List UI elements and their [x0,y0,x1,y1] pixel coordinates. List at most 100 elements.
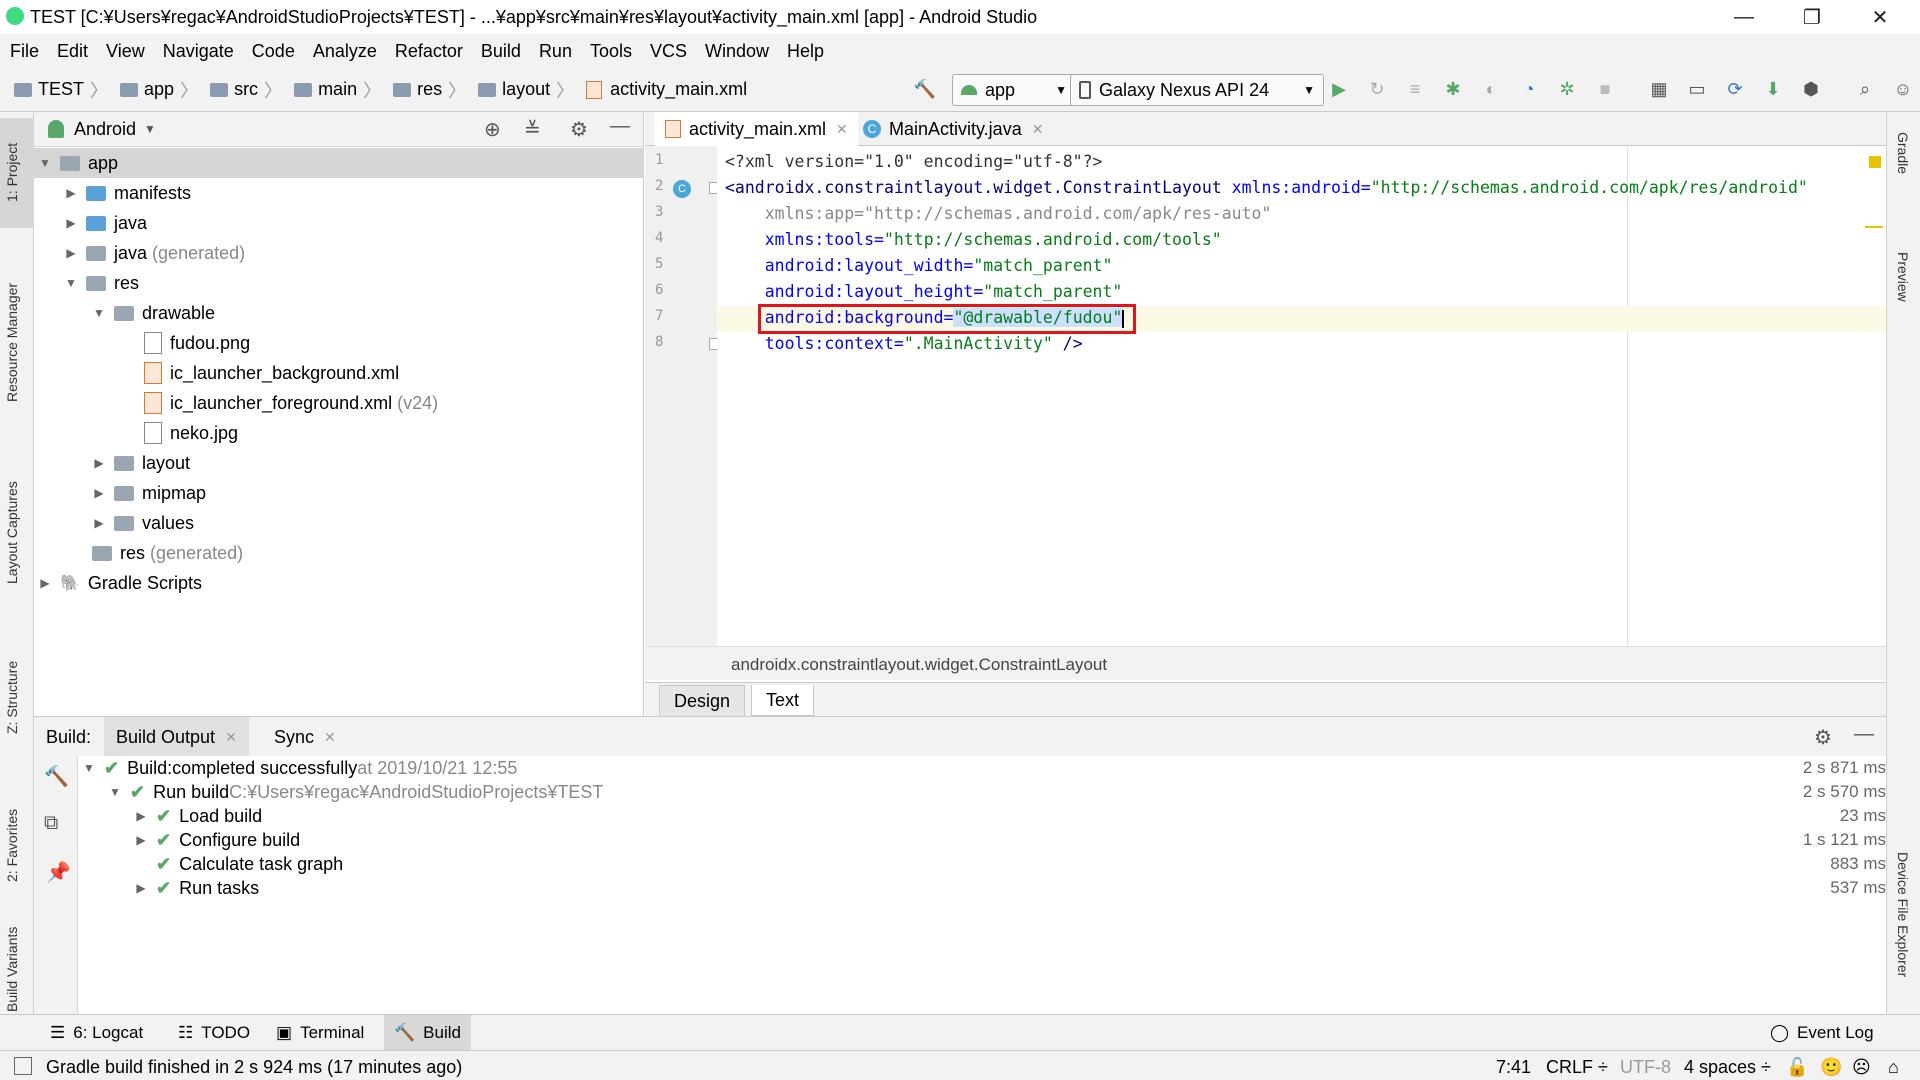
toggle-view-icon[interactable]: ⧉ [44,812,58,835]
tab-sync[interactable]: Sync ✕ [264,717,346,757]
build-line[interactable]: ▶ ✔ Load build 23 ms [134,804,1886,828]
gear-icon[interactable]: ⚙ [570,117,588,142]
debug-icon[interactable]: ✱ [1442,78,1464,100]
gear-icon[interactable]: ⚙ [1814,725,1832,750]
tree-item-res-generated[interactable]: res (generated) [92,538,243,568]
line-separator-select[interactable]: CRLF ÷ [1546,1057,1608,1078]
tool-tab-preview[interactable]: Preview [1895,252,1911,302]
tab-build-output[interactable]: Build Output ✕ [104,717,249,757]
tree-item-fudou-png[interactable]: fudou.png [144,328,250,358]
tree-item-mipmap[interactable]: ▶ mipmap [92,478,206,508]
avd-manager-icon[interactable]: ▭ [1686,78,1708,100]
menu-code[interactable]: Code [252,41,295,62]
tree-item-layout[interactable]: ▶ layout [92,448,190,478]
caret-position[interactable]: 7:41 [1496,1057,1531,1078]
tool-tab-build-variants[interactable]: Build Variants [4,927,20,1012]
profile-icon[interactable]: ◔ [1518,78,1540,100]
breadcrumb-main[interactable]: main 〉 [294,77,387,103]
hide-icon[interactable]: — [610,115,630,138]
tab-design[interactable]: Design [659,685,746,717]
event-icon[interactable]: ⌂ [1888,1057,1899,1078]
tree-item-java-generated[interactable]: ▶ java (generated) [64,238,245,268]
menu-build[interactable]: Build [481,41,521,62]
tool-tab-structure[interactable]: Z: Structure [4,661,20,734]
tree-item-ic-launcher-background[interactable]: ic_launcher_background.xml [144,358,399,388]
menu-navigate[interactable]: Navigate [163,41,234,62]
apply-code-changes-icon[interactable]: ≡ [1404,78,1426,100]
tab-text[interactable]: Text [751,685,815,716]
menu-tools[interactable]: Tools [590,41,632,62]
close-icon[interactable]: ✕ [324,729,336,746]
tab-mainactivity-java[interactable]: C MainActivity.java ✕ [853,112,1053,146]
class-gutter-icon[interactable]: C [673,180,691,198]
account-icon[interactable]: ☺ [1892,78,1914,100]
menu-vcs[interactable]: VCS [650,41,687,62]
attach-debugger-icon[interactable]: ✲ [1556,78,1578,100]
pin-icon[interactable]: 📌 [46,860,71,885]
menu-edit[interactable]: Edit [57,41,88,62]
breadcrumb-res[interactable]: res 〉 [393,77,472,103]
toggle-tool-windows-icon[interactable] [14,1057,32,1075]
tree-item-gradle-scripts[interactable]: ▶ 🐘 Gradle Scripts [38,568,202,598]
project-structure-icon[interactable]: ▦ [1648,78,1670,100]
menu-file[interactable]: File [10,41,39,62]
breadcrumb-src[interactable]: src 〉 [210,77,288,103]
tree-item-res[interactable]: ▼ res [64,268,139,298]
minimize-button[interactable]: — [1714,0,1774,34]
menu-help[interactable]: Help [787,41,824,62]
breadcrumb-file[interactable]: activity_main.xml [586,79,747,100]
tool-tab-terminal[interactable]: ▣ Terminal [266,1015,374,1051]
make-project-hammer-icon[interactable]: 🔨 [914,78,936,100]
tree-item-app[interactable]: ▼ app [38,148,118,178]
search-icon[interactable]: ⌕ [1854,78,1876,100]
breadcrumb-app[interactable]: app 〉 [120,77,204,103]
encoding-select[interactable]: UTF-8 [1620,1057,1671,1078]
build-line[interactable]: ▶ ✔ Configure build 1 s 121 ms [134,828,1886,852]
breadcrumb-layout[interactable]: layout 〉 [478,77,580,103]
tool-tab-event-log[interactable]: ◯ Event Log [1760,1015,1884,1051]
tab-activity-main-xml[interactable]: activity_main.xml ✕ [655,112,858,149]
coverage-icon[interactable]: ◐ [1480,78,1502,100]
tool-tab-todo[interactable]: ☷ TODO [168,1015,260,1051]
hammer-icon[interactable]: 🔨 [44,764,69,789]
menu-run[interactable]: Run [539,41,572,62]
sdk-manager-icon[interactable]: ⬇ [1762,78,1784,100]
sync-gradle-icon[interactable]: ⟳ [1724,78,1746,100]
tool-tab-gradle[interactable]: Gradle [1895,132,1911,174]
tree-item-java[interactable]: ▶ java [64,208,147,238]
build-line[interactable]: ▶ ✔ Run tasks 537 ms [134,876,1886,900]
close-icon[interactable]: ✕ [1032,121,1044,138]
menu-window[interactable]: Window [705,41,769,62]
status-message[interactable]: Gradle build finished in 2 s 924 ms (17 … [46,1057,462,1078]
feedback-sad-icon[interactable]: ☹ [1852,1057,1871,1078]
run-config-select[interactable]: app ▼ [952,74,1076,106]
tree-item-values[interactable]: ▶ values [92,508,194,538]
feedback-happy-icon[interactable]: 🙂 [1820,1057,1842,1078]
editor-breadcrumb-item[interactable]: androidx.constraintlayout.widget.Constra… [731,655,1107,675]
tool-tab-build[interactable]: 🔨 Build [384,1015,471,1051]
menu-analyze[interactable]: Analyze [313,41,377,62]
close-icon[interactable]: ✕ [225,729,237,746]
project-view-select[interactable]: Android [74,119,136,140]
apply-changes-icon[interactable]: ↻ [1366,78,1388,100]
build-line[interactable]: ▼ ✔ Build: completed successfully at 2019… [82,756,1886,780]
tool-tab-resource-manager[interactable]: Resource Manager [4,283,20,402]
close-button[interactable]: ✕ [1850,0,1910,34]
build-line[interactable]: ▼ ✔ Run build C:¥Users¥regac¥AndroidStudi… [108,780,1886,804]
hide-icon[interactable]: — [1854,723,1874,746]
collapse-all-icon[interactable]: ≚ [524,117,541,142]
menu-view[interactable]: View [106,41,145,62]
menu-refactor[interactable]: Refactor [395,41,463,62]
tree-item-ic-launcher-foreground[interactable]: ic_launcher_foreground.xml (v24) [144,388,438,418]
tree-item-neko-jpg[interactable]: neko.jpg [144,418,238,448]
close-icon[interactable]: ✕ [836,121,848,138]
tool-tab-favorites[interactable]: 2: Favorites [4,809,20,882]
tool-tab-project[interactable]: 1: Project [4,143,20,202]
layout-inspector-icon[interactable]: ⬢ [1800,78,1822,100]
locate-file-icon[interactable]: ⊕ [484,117,501,142]
tree-item-manifests[interactable]: ▶ manifests [64,178,191,208]
build-line[interactable]: ✔ Calculate task graph 883 ms [134,852,1886,876]
tree-item-drawable[interactable]: ▼ drawable [92,298,215,328]
tool-tab-device-file-explorer[interactable]: Device File Explorer [1895,852,1911,977]
stop-icon[interactable]: ■ [1594,78,1616,100]
